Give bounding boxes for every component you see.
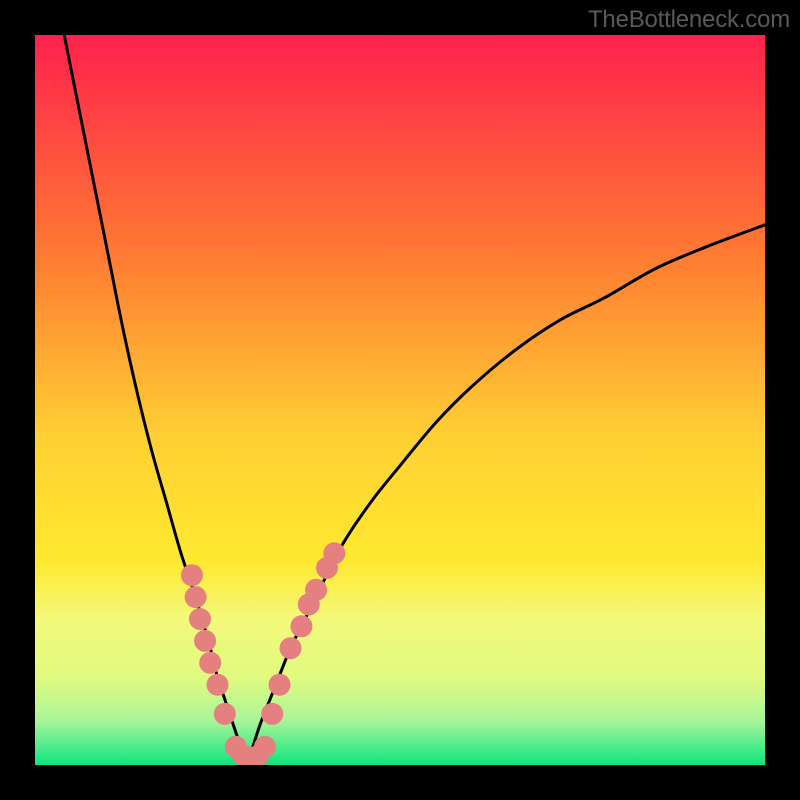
highlight-dot — [185, 586, 207, 608]
chart-frame: TheBottleneck.com — [0, 0, 800, 800]
highlight-dot — [181, 564, 203, 586]
highlight-dot — [269, 674, 291, 696]
watermark-label: TheBottleneck.com — [588, 6, 790, 34]
highlight-dot — [254, 736, 276, 758]
highlight-dot — [323, 542, 345, 564]
gradient-background — [35, 35, 765, 765]
bottleneck-chart — [35, 35, 765, 765]
highlight-dot — [214, 703, 236, 725]
highlight-dot — [194, 630, 216, 652]
highlight-dot — [189, 608, 211, 630]
highlight-dot — [290, 615, 312, 637]
highlight-dot — [199, 652, 221, 674]
highlight-dot — [261, 703, 283, 725]
highlight-dot — [280, 637, 302, 659]
highlight-dot — [207, 674, 229, 696]
highlight-dot — [305, 579, 327, 601]
